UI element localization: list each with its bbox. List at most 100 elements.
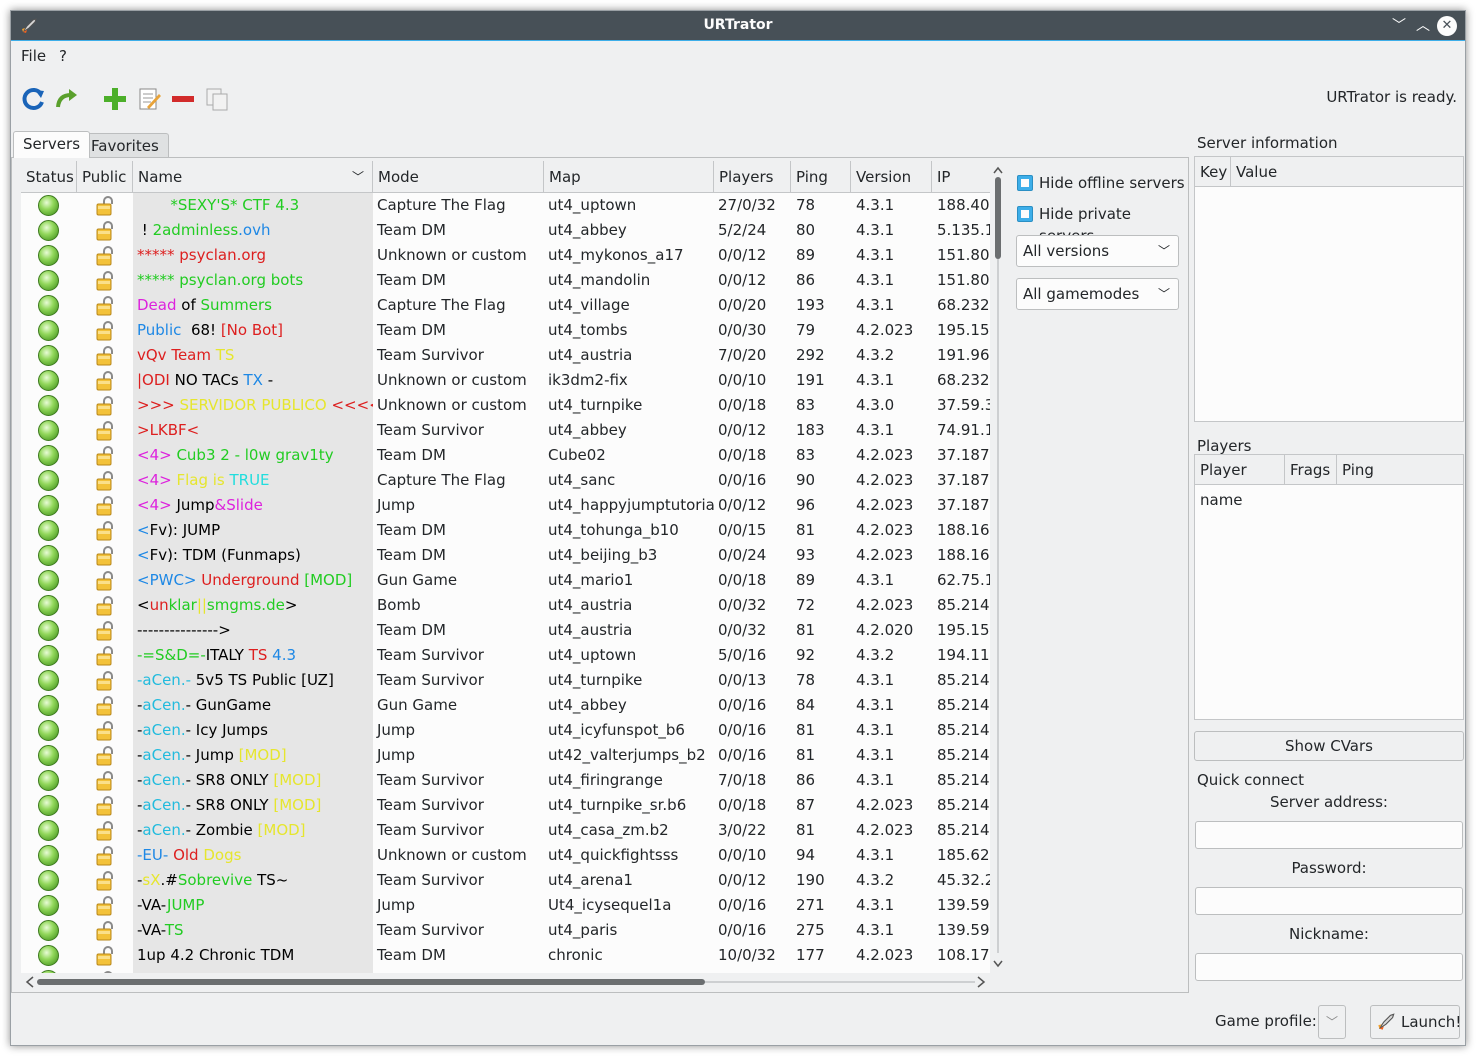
table-row[interactable]: <4> Flag is TRUE Capture The Flag ut4_sanc… (21, 468, 990, 493)
horizontal-scrollbar[interactable] (21, 973, 990, 991)
table-row[interactable]: <Fv): TDM (Funmaps) Team DM ut4_beijing_b3… (21, 543, 990, 568)
table-row[interactable]: <PWC> Underground [MOD] Gun Game ut4_mario… (21, 568, 990, 593)
hide-private-checkbox[interactable]: Hide private servers (1017, 203, 1187, 245)
table-row[interactable]: >LKBF< Team Survivor ut4_abbey 0/0/12 183 4.3… (21, 418, 990, 443)
table-row[interactable]: *SEXY'S* CTF 4.3 Capture The Flag ut4_upto… (21, 193, 990, 218)
map-cell: ut4_icyfunspot_b6 (548, 721, 685, 739)
column-key[interactable]: Key (1195, 157, 1231, 187)
nickname-field[interactable] (1195, 953, 1463, 981)
column-map[interactable]: Map (544, 161, 714, 193)
minimize-icon[interactable]: ﹀ (1389, 16, 1409, 36)
public-cell (77, 568, 133, 593)
column-value[interactable]: Value (1231, 157, 1463, 187)
column-name[interactable]: Name ﹀ (133, 161, 373, 193)
players-cell: 0/0/32 (718, 596, 767, 614)
table-row[interactable]: -=S&D=-ITALY TS 4.3 Team Survivor ut4_upto… (21, 643, 990, 668)
status-cell (21, 418, 77, 443)
table-row[interactable]: -aCen.- Zombie [MOD] Team Survivor ut4_cas… (21, 818, 990, 843)
column-version[interactable]: Version (851, 161, 932, 193)
table-row[interactable]: -VA-TS Team Survivor ut4_paris 0/0/16 275 4.3… (21, 918, 990, 943)
map-cell: ut4_arena1 (548, 871, 633, 889)
hide-offline-checkbox[interactable]: Hide offline servers (1017, 172, 1187, 194)
column-player-ping[interactable]: Ping (1337, 455, 1463, 485)
server-name-segment: 5v5 TS Public [UZ] (191, 671, 334, 689)
update-icon[interactable] (53, 85, 81, 113)
launch-button[interactable]: Launch! (1370, 1005, 1461, 1039)
table-row[interactable]: ***** psyclan.org bots Team DM ut4_mandoli… (21, 268, 990, 293)
ip-cell: 37.187 (937, 496, 990, 514)
add-icon[interactable] (101, 85, 129, 113)
ip-cell: 195.15 (937, 321, 990, 339)
lock-icon (96, 521, 113, 541)
public-cell (77, 793, 133, 818)
table-row[interactable]: -aCen.- Jump [MOD] Jump ut42_valterjumps_b… (21, 743, 990, 768)
table-row[interactable]: -aCen.- 5v5 TS Public [UZ] Team Survivor u… (21, 668, 990, 693)
table-row[interactable]: <4> Cub3 2 - l0w grav1ty Team DM Cube02 0/0… (21, 443, 990, 468)
main-window: URTrator ﹀ ︿ ✕ File ? URTrator is ready.… (10, 10, 1466, 1046)
edit-icon[interactable] (135, 85, 163, 113)
column-status[interactable]: Status (21, 161, 77, 193)
map-cell: ut4_austria (548, 346, 633, 364)
table-row[interactable]: Public 68! [No Bot] Team DM ut4_tombs 0/0/3… (21, 318, 990, 343)
table-row[interactable]: ! 2adminless.ovh Team DM ut4_abbey 5/2/24 80… (21, 218, 990, 243)
servers-table[interactable]: Status Public Name ﹀ Mode Map Players Pin… (21, 161, 990, 973)
table-row[interactable]: -aCen.- GunGame Gun Game ut4_abbey 0/0/16 84… (21, 693, 990, 718)
table-row[interactable]: -sX.#Sobrevive TS~ Team Survivor ut4_arena… (21, 868, 990, 893)
title-bar[interactable]: URTrator ﹀ ︿ ✕ (11, 11, 1465, 41)
table-row[interactable]: vQv Team TS Team Survivor ut4_austria 7/0/2… (21, 343, 990, 368)
table-row[interactable]: ---------------> Team DM ut4_austria 0/0/32… (21, 618, 990, 643)
table-row[interactable]: 1up 4.2 Chronic TDM Team DM chronic 10/0/32… (21, 943, 990, 968)
table-row[interactable]: -VA-JUMP Jump Ut4_icysequel1a 0/0/16 271 4.3.… (21, 893, 990, 918)
ip-cell: 139.59 (937, 921, 990, 939)
maximize-icon[interactable]: ︿ (1413, 16, 1433, 36)
table-row[interactable]: <4> Jump&Slide Jump ut4_happyjumptutorial_… (21, 493, 990, 518)
column-player-name[interactable]: Player name (1195, 455, 1285, 509)
players-table[interactable]: Player name Frags Ping (1194, 454, 1464, 720)
online-status-icon (38, 195, 59, 216)
table-row[interactable]: |ODI NO TACs TX - Unknown or custom ik3dm2… (21, 368, 990, 393)
server-address-field[interactable] (1195, 821, 1463, 849)
version-cell: 4.2.023 (856, 546, 914, 564)
column-frags[interactable]: Frags (1285, 455, 1337, 485)
lock-icon (96, 921, 113, 941)
ping-cell: 90 (796, 471, 816, 489)
status-cell (21, 718, 77, 743)
password-field[interactable] (1195, 887, 1463, 915)
game-profile-select[interactable]: ﹀ (1318, 1005, 1346, 1039)
copy-icon[interactable] (203, 85, 231, 113)
table-row[interactable]: <unklar||smgms.de> Bomb ut4_austria 0/0/32 7… (21, 593, 990, 618)
server-info-table[interactable]: Key Value (1194, 156, 1464, 422)
table-row[interactable]: -aCen.- Icy Jumps Jump ut4_icyfunspot_b6 0/… (21, 718, 990, 743)
table-row[interactable]: <Fv): JUMP Team DM ut4_tohunga_b10 0/0/15 81… (21, 518, 990, 543)
refresh-icon[interactable] (19, 85, 47, 113)
table-row[interactable]: -aCen.- SR8 ONLY [MOD] Team Survivor ut4_t… (21, 793, 990, 818)
column-ping[interactable]: Ping (791, 161, 851, 193)
version-cell: 4.3.2 (856, 346, 895, 364)
server-name-segment: <4> (137, 446, 177, 464)
server-name-segment: 68! (181, 321, 221, 339)
gamemodes-select[interactable]: All gamemodes ﹀ (1016, 278, 1179, 310)
tab-favorites[interactable]: Favorites (81, 133, 169, 157)
column-players[interactable]: Players (714, 161, 791, 193)
table-row[interactable]: >>> SERVIDOR PUBLICO <<<<Unknown or cust… (21, 393, 990, 418)
map-cell: ut4_austria (548, 596, 633, 614)
menu-help[interactable]: ? (59, 47, 67, 65)
table-row[interactable]: ***** psyclan.org Unknown or custom ut4_my… (21, 243, 990, 268)
remove-icon[interactable] (169, 85, 197, 113)
menu-file[interactable]: File (21, 47, 46, 65)
table-row[interactable]: -EU- Old Dogs Unknown or custom ut4_quickf… (21, 843, 990, 868)
vertical-scrollbar[interactable] (990, 161, 1006, 973)
column-public[interactable]: Public (77, 161, 133, 193)
server-name-cell: -aCen.- Jump [MOD] (133, 743, 373, 768)
tab-servers[interactable]: Servers (13, 131, 91, 158)
table-row[interactable]: Dead of Summers Capture The Flag ut4_villa… (21, 293, 990, 318)
close-icon[interactable]: ✕ (1437, 16, 1457, 36)
online-status-icon (38, 395, 59, 416)
show-cvars-button[interactable]: Show CVars (1194, 731, 1464, 761)
versions-select[interactable]: All versions ﹀ (1016, 235, 1179, 267)
table-row[interactable]: -aCen.- SR8 ONLY [MOD] Team Survivor ut4_f… (21, 768, 990, 793)
server-name-segment: sX (142, 871, 161, 889)
column-ip[interactable]: IP (932, 161, 990, 193)
lock-icon (96, 421, 113, 441)
column-mode[interactable]: Mode (373, 161, 544, 193)
